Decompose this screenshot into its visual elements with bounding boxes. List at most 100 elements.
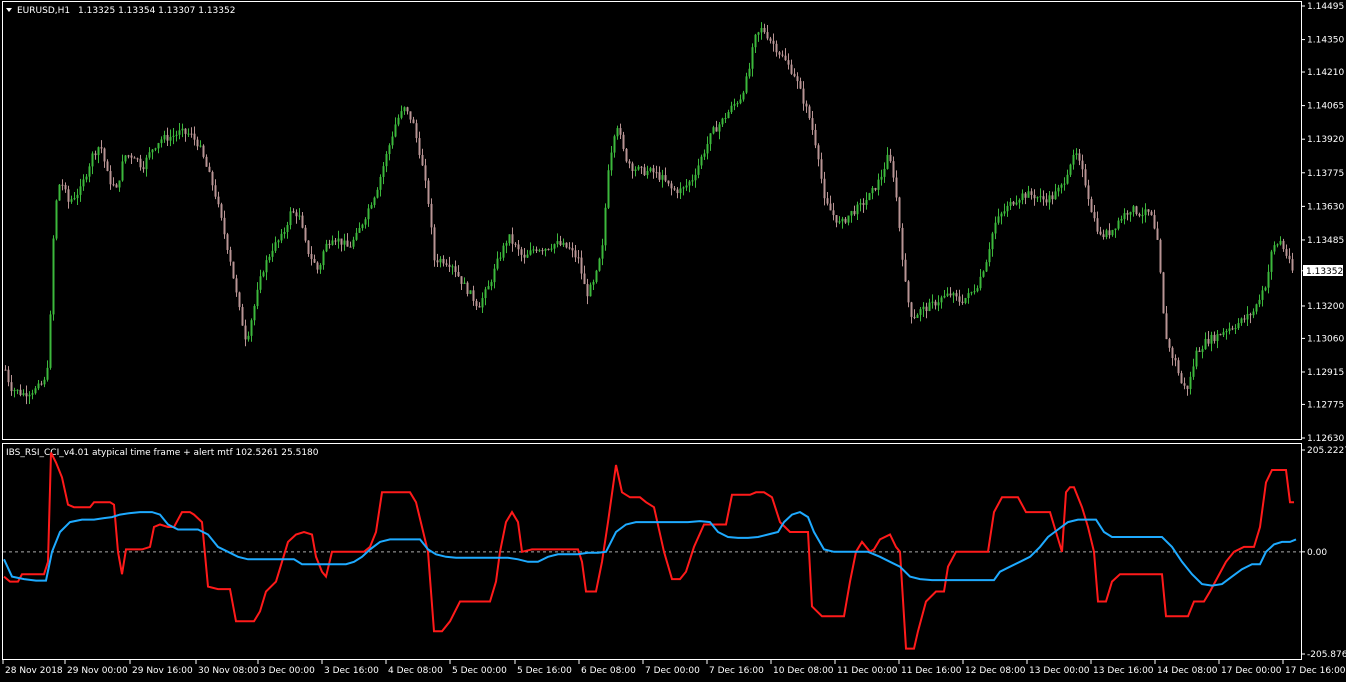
candle-body bbox=[547, 248, 550, 250]
candle-body bbox=[493, 268, 496, 283]
candle-body bbox=[298, 215, 301, 217]
candle-body bbox=[412, 119, 415, 124]
candle-body bbox=[799, 81, 802, 89]
candle-body bbox=[715, 127, 718, 132]
candle-body bbox=[745, 76, 748, 93]
candle-body bbox=[4, 369, 7, 371]
candle-body bbox=[859, 203, 862, 205]
candle-body bbox=[259, 276, 262, 290]
candle-body bbox=[1291, 259, 1294, 271]
candle-body bbox=[1060, 184, 1063, 188]
candle-body bbox=[742, 92, 745, 100]
candle-body bbox=[583, 273, 586, 285]
candle-body bbox=[865, 200, 868, 205]
candle-body bbox=[1189, 376, 1192, 389]
candle-body bbox=[823, 178, 826, 199]
price-tick-label: 1.12915 bbox=[1307, 368, 1344, 378]
candle-body bbox=[934, 301, 937, 306]
candle-body bbox=[481, 298, 484, 308]
candle-body bbox=[148, 152, 151, 158]
candle-body bbox=[1042, 196, 1045, 200]
time-tick-label: 3 Dec 16:00 bbox=[324, 666, 379, 676]
candle-body bbox=[649, 168, 652, 171]
candle-body bbox=[898, 197, 901, 228]
candle-body bbox=[295, 212, 298, 217]
time-tick-label: 4 Dec 08:00 bbox=[388, 666, 443, 676]
candle-body bbox=[1147, 209, 1150, 212]
candle-body bbox=[565, 242, 568, 248]
candle-body bbox=[1015, 202, 1018, 205]
candle-body bbox=[346, 240, 349, 247]
candle-body bbox=[43, 379, 46, 385]
candle-body bbox=[619, 128, 622, 135]
candle-body bbox=[391, 136, 394, 146]
candle-body bbox=[229, 249, 232, 262]
candle-body bbox=[772, 40, 775, 44]
candle-body bbox=[676, 189, 679, 194]
candle-body bbox=[238, 292, 241, 308]
candle-body bbox=[829, 203, 832, 211]
candle-body bbox=[601, 245, 604, 259]
candle-body bbox=[784, 55, 787, 61]
candle-body bbox=[286, 225, 289, 233]
candle-body bbox=[421, 154, 424, 166]
candle-body bbox=[1117, 220, 1120, 229]
candle-body bbox=[70, 199, 73, 202]
candle-body bbox=[418, 138, 421, 155]
price-tick-label: 1.14210 bbox=[1307, 68, 1344, 78]
candle-body bbox=[589, 284, 592, 297]
candle-body bbox=[1027, 191, 1030, 198]
candle-body bbox=[886, 154, 889, 169]
time-tick-label: 17 Dec 00:00 bbox=[1221, 666, 1282, 676]
candle-body bbox=[1201, 349, 1204, 352]
indicator-tick-label: 205.2227 bbox=[1307, 446, 1346, 456]
candle-body bbox=[901, 227, 904, 260]
candle-body bbox=[841, 218, 844, 222]
candle-body bbox=[862, 203, 865, 205]
candle-body bbox=[670, 183, 673, 189]
candle-body bbox=[631, 163, 634, 172]
symbol-header[interactable]: EURUSD,H1 1.13325 1.13354 1.13307 1.1335… bbox=[6, 6, 235, 16]
candle-body bbox=[910, 302, 913, 317]
candle-body bbox=[1084, 169, 1087, 186]
candle-body bbox=[361, 224, 364, 229]
candle-body bbox=[64, 185, 67, 190]
candle-body bbox=[610, 152, 613, 171]
price-tick-label: 1.13630 bbox=[1307, 202, 1344, 212]
candle-body bbox=[196, 139, 199, 147]
candle-body bbox=[484, 289, 487, 299]
candle-body bbox=[1099, 231, 1102, 235]
candle-body bbox=[46, 367, 49, 380]
candle-body bbox=[1093, 212, 1096, 219]
candle-body bbox=[1267, 271, 1270, 288]
candle-body bbox=[739, 99, 742, 104]
candle-body bbox=[382, 166, 385, 177]
candle-body bbox=[1078, 153, 1081, 161]
candle-body bbox=[622, 134, 625, 149]
candle-body bbox=[304, 227, 307, 241]
time-tick-label: 3 Dec 00:00 bbox=[260, 666, 315, 676]
candle-body bbox=[103, 148, 106, 162]
candle-body bbox=[268, 256, 271, 261]
candle-body bbox=[592, 281, 595, 285]
candle-body bbox=[895, 177, 898, 198]
candle-body bbox=[1162, 272, 1165, 314]
candle-body bbox=[604, 207, 607, 246]
candle-body bbox=[457, 271, 460, 277]
candle-body bbox=[379, 176, 382, 190]
candle-body bbox=[826, 198, 829, 204]
candle-body bbox=[409, 111, 412, 120]
candle-body bbox=[1081, 160, 1084, 170]
time-tick-label: 14 Dec 08:00 bbox=[1157, 666, 1218, 676]
candle-body bbox=[244, 325, 247, 340]
candle-body bbox=[637, 166, 640, 170]
candle-body bbox=[1270, 251, 1273, 272]
candle-body bbox=[415, 123, 418, 139]
candle-body bbox=[52, 238, 55, 315]
candle-body bbox=[805, 103, 808, 107]
candle-body bbox=[1192, 366, 1195, 377]
candle-body bbox=[1018, 200, 1021, 203]
price-tick-label: 1.12775 bbox=[1307, 400, 1344, 410]
candle-body bbox=[1234, 328, 1237, 330]
candle-body bbox=[892, 161, 895, 178]
